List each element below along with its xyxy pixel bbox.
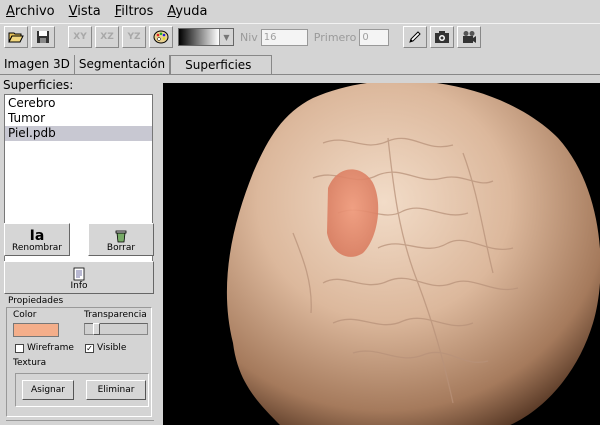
pencil-icon [409, 31, 422, 43]
tab-superficies[interactable]: Superficies [170, 55, 273, 74]
assign-texture-button[interactable]: Asignar [22, 380, 74, 400]
open-button[interactable] [4, 26, 28, 48]
primero-input[interactable]: 0 [359, 28, 390, 46]
panel-divider [6, 420, 154, 425]
skin-surface [226, 83, 600, 425]
info-button-label: Info [70, 281, 88, 291]
tab-bar: Imagen 3D Segmentación Superficies [0, 55, 600, 75]
texture-group: Asignar Eliminar [15, 373, 149, 407]
surfaces-label: Superficies: [3, 78, 74, 92]
info-document-icon [73, 267, 85, 281]
plane-yz-button[interactable]: YZ [122, 26, 146, 48]
menu-filtros-label: iltros [121, 3, 154, 19]
color-swatch[interactable] [13, 323, 59, 337]
pencil-button[interactable] [403, 26, 428, 48]
niv-label: Niv [240, 30, 258, 44]
camera-icon [435, 31, 450, 43]
menu-vista-label: ista [77, 3, 101, 19]
visible-checkbox[interactable]: ✓ Visible [85, 343, 126, 353]
slider-handle[interactable] [93, 323, 100, 335]
properties-title: Propiedades [8, 296, 64, 306]
menu-ayuda[interactable]: Ayuda [167, 4, 207, 19]
toolbar: XY XZ YZ ▼ Niv 16 Primero 0 [0, 23, 600, 50]
delete-button[interactable]: Borrar [88, 223, 154, 256]
menu-vista[interactable]: Vista [69, 4, 101, 19]
surfaces-panel: Superficies: Cerebro Tumor Piel.pdb Ia R… [0, 76, 163, 425]
color-label: Color [13, 310, 37, 320]
plane-xy-button[interactable]: XY [68, 26, 92, 48]
list-item[interactable]: Piel.pdb [5, 126, 152, 141]
transparency-slider[interactable] [84, 323, 148, 335]
lut-gradient-preview [179, 29, 219, 45]
plane-xz-button[interactable]: XZ [95, 26, 119, 48]
rename-button[interactable]: Ia Renombrar [4, 223, 70, 256]
render-viewport[interactable] [163, 83, 600, 425]
checkbox-box: ✓ [85, 343, 94, 353]
menu-archivo-label: rchivo [14, 3, 55, 19]
floppy-disk-icon [37, 31, 49, 43]
lut-selector[interactable]: ▼ [178, 28, 234, 46]
tab-segmentacion[interactable]: Segmentación [75, 55, 171, 74]
record-button[interactable] [457, 26, 482, 48]
wireframe-label: Wireframe [27, 343, 74, 353]
texture-label: Textura [13, 358, 47, 368]
menu-ayuda-label: yuda [175, 3, 208, 19]
rename-button-label: Renombrar [12, 243, 62, 253]
list-item[interactable]: Tumor [5, 111, 152, 126]
info-button[interactable]: Info [4, 261, 154, 294]
transparency-label: Transparencia [84, 310, 147, 320]
menu-archivo[interactable]: Archivo [6, 4, 55, 19]
head-surface-render [226, 83, 600, 425]
tab-imagen-3d[interactable]: Imagen 3D [0, 55, 75, 74]
menu-archivo-mnemonic: A [6, 3, 15, 19]
palette-icon [153, 30, 169, 44]
wireframe-checkbox[interactable]: Wireframe [15, 343, 74, 353]
niv-input[interactable]: 16 [260, 28, 308, 46]
remove-texture-button[interactable]: Eliminar [86, 380, 146, 400]
palette-button[interactable] [149, 26, 173, 48]
chevron-down-icon: ▼ [219, 29, 233, 45]
trash-icon [115, 230, 127, 243]
snapshot-button[interactable] [430, 26, 455, 48]
menu-vista-mnemonic: V [68, 3, 78, 19]
visible-label: Visible [97, 343, 127, 353]
properties-group: Color Transparencia Wireframe ✓ Visible … [6, 307, 152, 417]
folder-open-icon [8, 32, 24, 43]
primero-label: Primero [313, 30, 357, 44]
film-camera-icon [463, 31, 477, 43]
checkbox-box [15, 343, 24, 353]
menu-bar: Archivo Vista Filtros Ayuda [0, 0, 600, 22]
rename-icon: Ia [29, 228, 45, 244]
save-button[interactable] [31, 26, 55, 48]
menu-filtros[interactable]: Filtros [115, 4, 154, 19]
list-item[interactable]: Cerebro [5, 96, 152, 111]
delete-button-label: Borrar [106, 243, 136, 253]
